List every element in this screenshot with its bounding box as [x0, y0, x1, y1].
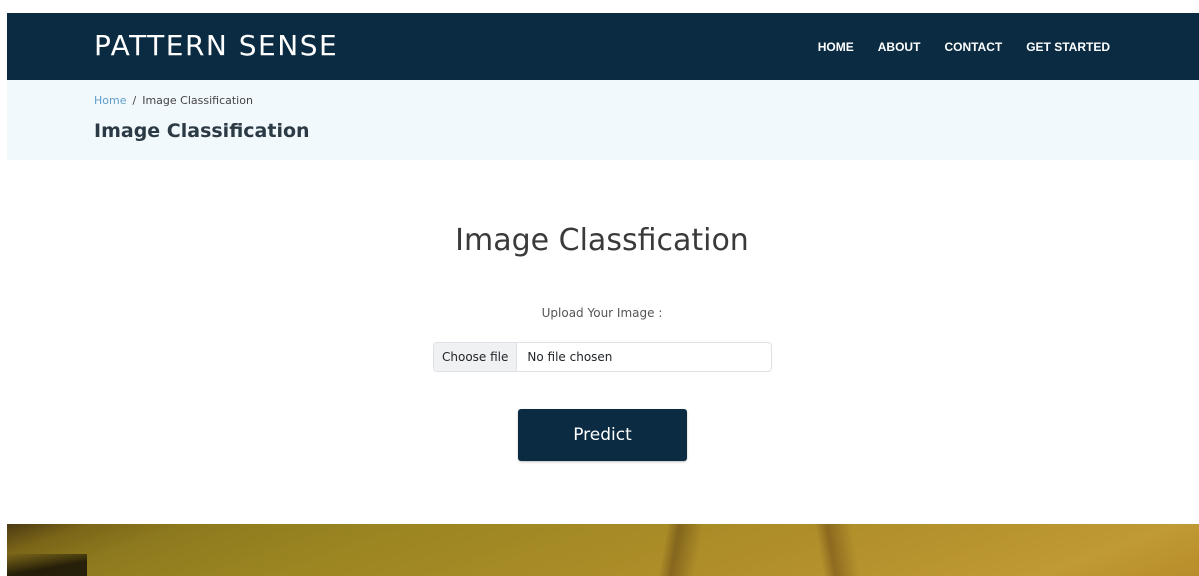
- page-title: Image Classification: [94, 120, 310, 142]
- background-photo: [7, 524, 1199, 576]
- breadcrumb-section: Home / Image Classification Image Classifi…: [7, 80, 1199, 160]
- brand-logo[interactable]: PATTERN SENSE: [94, 29, 338, 63]
- photo-shadow: [7, 554, 87, 576]
- nav-menu: HOME ABOUT CONTACT GET STARTED: [818, 40, 1110, 54]
- breadcrumb: Home / Image Classification: [94, 94, 253, 108]
- breadcrumb-separator: /: [132, 94, 137, 107]
- navbar: PATTERN SENSE HOME ABOUT CONTACT GET STA…: [7, 13, 1199, 80]
- section-title: Image Classfication: [455, 223, 749, 258]
- page-frame: PATTERN SENSE HOME ABOUT CONTACT GET STA…: [7, 13, 1199, 576]
- breadcrumb-current: Image Classification: [142, 94, 253, 107]
- nav-link-about[interactable]: ABOUT: [878, 40, 921, 54]
- breadcrumb-home-link[interactable]: Home: [94, 94, 126, 107]
- upload-label: Upload Your Image :: [541, 306, 663, 320]
- choose-file-button[interactable]: Choose file: [434, 343, 518, 371]
- file-input[interactable]: Choose file No file chosen: [433, 342, 772, 372]
- predict-button[interactable]: Predict: [518, 409, 687, 461]
- nav-link-get-started[interactable]: GET STARTED: [1026, 40, 1110, 54]
- nav-link-home[interactable]: HOME: [818, 40, 854, 54]
- file-status-text: No file chosen: [527, 350, 613, 364]
- nav-link-contact[interactable]: CONTACT: [944, 40, 1002, 54]
